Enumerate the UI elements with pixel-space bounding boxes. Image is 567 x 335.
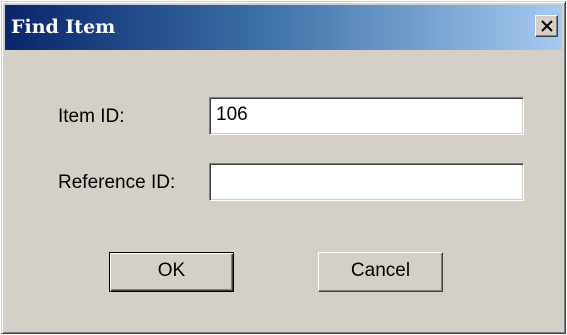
find-item-dialog: Find Item Item ID: 106 Reference ID: OK … xyxy=(1,1,566,334)
cancel-button[interactable]: Cancel xyxy=(318,252,443,292)
close-button[interactable] xyxy=(535,15,558,37)
ok-button[interactable]: OK xyxy=(109,252,234,292)
item-id-label: Item ID: xyxy=(58,106,125,127)
reference-id-label: Reference ID: xyxy=(58,172,176,193)
reference-id-input[interactable] xyxy=(209,163,524,201)
title-bar[interactable]: Find Item xyxy=(5,5,562,50)
close-icon xyxy=(541,20,553,32)
item-id-input[interactable]: 106 xyxy=(209,97,524,135)
dialog-title: Find Item xyxy=(11,16,116,38)
